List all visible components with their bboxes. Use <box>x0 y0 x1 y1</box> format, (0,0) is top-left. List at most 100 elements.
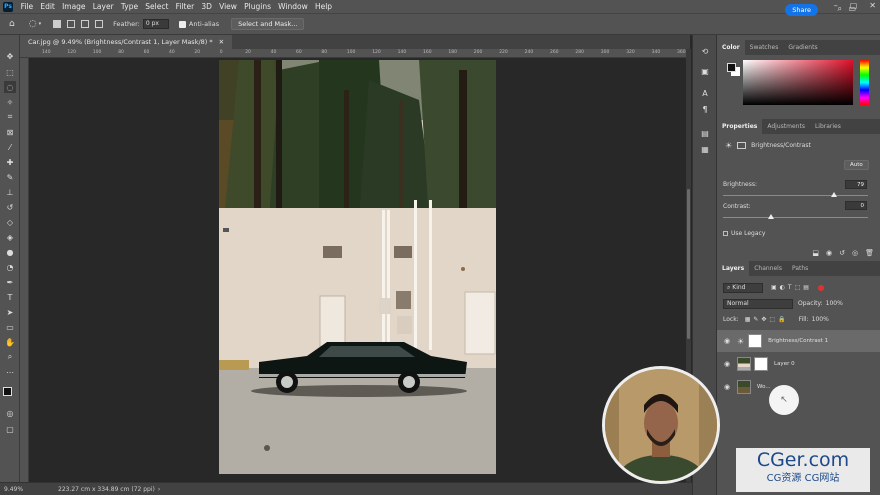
add-selection-icon[interactable] <box>67 20 76 28</box>
type-tool-icon[interactable]: T <box>4 291 16 303</box>
opacity-input[interactable]: 100% <box>826 300 843 307</box>
layer-mask-thumbnail[interactable] <box>754 357 768 371</box>
paint-bucket-icon[interactable]: ◈ <box>4 231 16 243</box>
antialias-checkbox[interactable] <box>178 20 186 28</box>
menu-image[interactable]: Image <box>58 2 89 11</box>
document-info[interactable]: 223.27 cm x 334.89 cm (72 ppi) <box>58 486 155 493</box>
feather-input[interactable]: 0 px <box>142 19 169 29</box>
brightness-slider-track[interactable] <box>723 195 868 196</box>
hue-slider[interactable] <box>860 60 869 105</box>
tab-color[interactable]: Color <box>717 40 745 55</box>
marquee-tool-icon[interactable]: ⬚ <box>4 66 16 78</box>
crop-tool-icon[interactable]: ⌗ <box>4 111 16 123</box>
pen-tool-icon[interactable]: ✒ <box>4 276 16 288</box>
select-and-mask-button[interactable]: Select and Mask... <box>231 18 305 30</box>
magic-wand-icon[interactable]: ✧ <box>4 96 16 108</box>
brightness-input[interactable]: 79 <box>845 180 867 189</box>
scroll-thumb[interactable] <box>687 189 690 339</box>
search-icon[interactable]: ⌕ <box>838 4 842 14</box>
quick-mask-icon[interactable]: ◎ <box>4 407 16 419</box>
close-icon[interactable]: ✕ <box>869 1 876 10</box>
brush-tool-icon[interactable]: ✎ <box>4 171 16 183</box>
eyedropper-icon[interactable]: ⁄ <box>4 141 16 153</box>
menu-filter[interactable]: Filter <box>172 2 198 11</box>
chevron-right-icon[interactable]: › <box>158 486 160 493</box>
layer-thumbnail[interactable] <box>737 357 751 371</box>
healing-brush-icon[interactable]: ✚ <box>4 156 16 168</box>
info-icon[interactable]: ▤ <box>699 127 711 139</box>
chevron-down-icon[interactable]: ▾ <box>39 21 42 27</box>
tab-adjustments[interactable]: Adjustments <box>762 119 810 134</box>
properties-icon[interactable]: ▦ <box>699 143 711 155</box>
layer-mask-thumbnail[interactable] <box>748 334 763 348</box>
blend-mode-select[interactable]: Normal <box>723 298 793 309</box>
eye-icon[interactable]: ◉ <box>717 383 737 391</box>
tab-swatches[interactable]: Swatches <box>745 40 784 55</box>
menu-window[interactable]: Window <box>275 2 312 11</box>
layer-name[interactable]: Wo... <box>757 384 771 390</box>
menu-plugins[interactable]: Plugins <box>241 2 275 11</box>
new-selection-icon[interactable] <box>53 20 62 28</box>
eye-icon[interactable]: ◉ <box>717 360 737 368</box>
history-icon[interactable]: ⟲ <box>699 45 711 57</box>
subtract-selection-icon[interactable] <box>81 20 90 28</box>
tab-properties[interactable]: Properties <box>717 119 763 134</box>
layer-filter-icons[interactable]: ▣◐T⬚▤ <box>771 284 812 291</box>
character-icon[interactable]: A <box>699 87 711 99</box>
menu-type[interactable]: Type <box>117 2 141 11</box>
more-tools-icon[interactable]: ⋯ <box>4 366 16 378</box>
blur-tool-icon[interactable]: ● <box>4 246 16 258</box>
trash-icon[interactable]: 🗑 <box>865 249 874 257</box>
layer-thumbnail[interactable] <box>737 380 751 394</box>
history-brush-icon[interactable]: ↺ <box>4 201 16 213</box>
comments-icon[interactable]: ▣ <box>699 65 711 77</box>
layer-row[interactable]: ◉ ☀ Brightness/Contrast 1 <box>717 330 880 352</box>
reset-icon[interactable]: ↺ <box>839 249 845 257</box>
move-tool-icon[interactable]: ✥ <box>4 50 16 62</box>
menu-edit[interactable]: Edit <box>37 2 59 11</box>
mask-icon[interactable] <box>737 141 747 149</box>
lasso-tool-icon[interactable]: ◌ <box>29 19 37 29</box>
path-selection-icon[interactable]: ➤ <box>4 306 16 318</box>
intersect-selection-icon[interactable] <box>95 20 104 28</box>
foreground-color-swatch[interactable] <box>3 387 12 396</box>
frame-tool-icon[interactable]: ⊠ <box>4 126 16 138</box>
contrast-slider-thumb[interactable] <box>768 214 775 219</box>
view-previous-icon[interactable]: ◉ <box>826 249 832 257</box>
tab-libraries[interactable]: Libraries <box>810 119 846 134</box>
canvas-area[interactable] <box>29 58 686 482</box>
menu-view[interactable]: View <box>216 2 241 11</box>
contrast-input[interactable]: 0 <box>845 201 867 210</box>
tab-channels[interactable]: Channels <box>749 261 787 276</box>
layer-row[interactable]: ◉ Wo... <box>717 376 880 398</box>
layer-name[interactable]: Layer 0 <box>774 361 795 367</box>
visibility-icon[interactable]: ◎ <box>852 249 858 257</box>
menu-3d[interactable]: 3D <box>198 2 216 11</box>
tab-paths[interactable]: Paths <box>787 261 813 276</box>
eye-icon[interactable]: ◉ <box>717 337 737 345</box>
share-button[interactable]: Share <box>785 4 818 16</box>
brightness-slider-thumb[interactable] <box>830 192 837 197</box>
document-tab[interactable]: Car.jpg @ 9.49% (Brightness/Contrast 1, … <box>20 35 233 49</box>
menu-layer[interactable]: Layer <box>89 2 117 11</box>
home-icon[interactable]: ⌂ <box>9 19 15 29</box>
tab-gradients[interactable]: Gradients <box>783 40 822 55</box>
auto-button[interactable]: Auto <box>844 160 869 170</box>
screen-mode-icon[interactable]: ▢ <box>4 423 16 435</box>
layer-name[interactable]: Brightness/Contrast 1 <box>768 338 828 344</box>
dodge-tool-icon[interactable]: ◔ <box>4 261 16 273</box>
use-legacy-checkbox[interactable] <box>723 231 728 236</box>
eraser-tool-icon[interactable]: ◇ <box>4 216 16 228</box>
menu-help[interactable]: Help <box>311 2 335 11</box>
close-tab-icon[interactable]: ✕ <box>219 38 224 46</box>
color-field[interactable] <box>743 60 853 105</box>
filter-kind-select[interactable]: ⌕ Kind <box>723 282 763 293</box>
clone-stamp-icon[interactable]: ⊥ <box>4 186 16 198</box>
lock-icons[interactable]: ▦✎✥⬚🔒 <box>745 316 789 323</box>
car-photo[interactable] <box>29 58 686 482</box>
layer-row[interactable]: ◉ Layer 0 <box>717 353 880 375</box>
lasso-tool-icon[interactable]: ◌ <box>4 81 16 93</box>
menu-select[interactable]: Select <box>142 2 172 11</box>
rectangle-tool-icon[interactable]: ▭ <box>4 321 16 333</box>
hand-tool-icon[interactable]: ✋ <box>4 336 16 348</box>
